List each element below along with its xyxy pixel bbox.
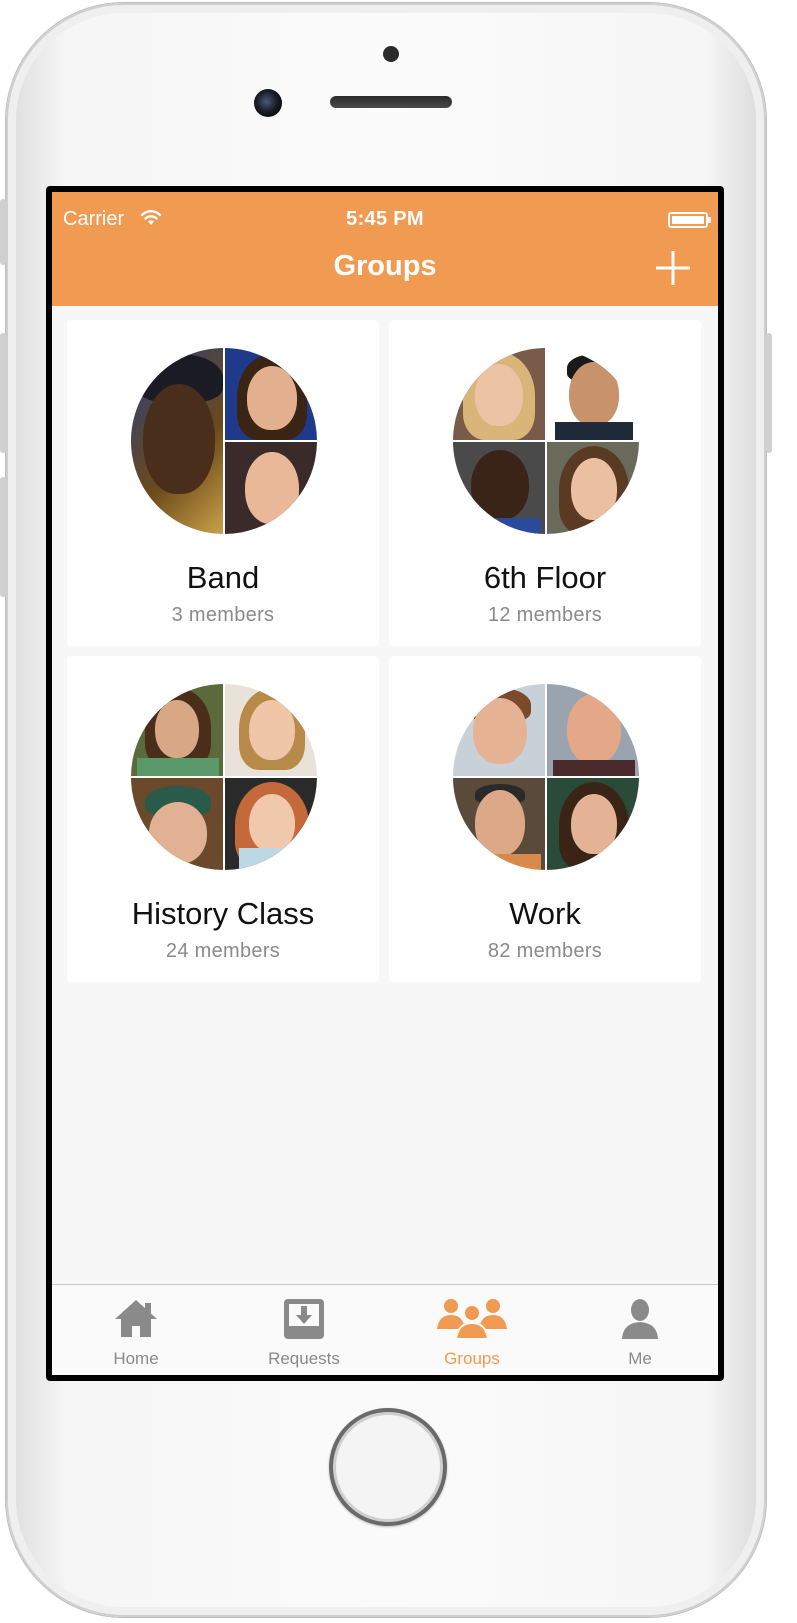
volume-up-button bbox=[0, 333, 6, 453]
group-avatar bbox=[453, 348, 639, 534]
tab-label: Me bbox=[628, 1349, 652, 1368]
screen: Carrier 5:45 PM Groups Band 3 members 6t… bbox=[46, 186, 724, 1381]
groups-icon bbox=[437, 1299, 507, 1340]
group-card-work[interactable]: Work 82 members bbox=[389, 656, 701, 982]
tab-me[interactable]: Me bbox=[556, 1285, 718, 1375]
add-group-button[interactable] bbox=[654, 249, 692, 287]
front-camera bbox=[254, 89, 282, 117]
earpiece-speaker bbox=[330, 96, 452, 108]
volume-down-button bbox=[0, 477, 6, 597]
power-button bbox=[766, 333, 772, 453]
battery-icon bbox=[668, 212, 711, 228]
group-member-count: 82 members bbox=[487, 940, 603, 962]
group-avatar bbox=[131, 348, 317, 534]
proximity-sensor bbox=[383, 46, 399, 62]
tab-requests[interactable]: Requests bbox=[220, 1285, 388, 1375]
group-name: 6th Floor bbox=[483, 560, 607, 595]
group-member-count: 12 members bbox=[487, 604, 603, 626]
group-name: History Class bbox=[131, 896, 315, 931]
tab-groups[interactable]: Groups bbox=[388, 1285, 556, 1375]
person-icon bbox=[622, 1299, 658, 1339]
group-name: Band bbox=[186, 560, 260, 595]
clock: 5:45 PM bbox=[346, 208, 424, 230]
inbox-download-icon bbox=[284, 1299, 324, 1339]
group-member-count: 24 members bbox=[165, 940, 281, 962]
group-member-count: 3 members bbox=[171, 604, 275, 626]
tab-label: Requests bbox=[268, 1349, 340, 1368]
group-card-6th-floor[interactable]: 6th Floor 12 members bbox=[389, 320, 701, 646]
tab-bar: Home Requests Groups Me bbox=[52, 1284, 718, 1375]
group-card-band[interactable]: Band 3 members bbox=[67, 320, 379, 646]
navigation-bar: Carrier 5:45 PM Groups bbox=[52, 192, 718, 306]
page-title: Groups bbox=[333, 250, 437, 282]
mute-switch bbox=[0, 199, 6, 265]
group-name: Work bbox=[509, 896, 581, 931]
home-icon bbox=[115, 1300, 157, 1337]
group-avatar bbox=[453, 684, 639, 870]
tab-home[interactable]: Home bbox=[52, 1285, 220, 1375]
group-avatar bbox=[131, 684, 317, 870]
app-view: Carrier 5:45 PM Groups Band 3 members 6t… bbox=[52, 192, 718, 1375]
group-card-history-class[interactable]: History Class 24 members bbox=[67, 656, 379, 982]
status-bar: Carrier 5:45 PM bbox=[52, 204, 718, 234]
tab-label: Home bbox=[113, 1349, 159, 1368]
home-button[interactable] bbox=[329, 1408, 447, 1526]
tab-label: Groups bbox=[444, 1349, 500, 1368]
